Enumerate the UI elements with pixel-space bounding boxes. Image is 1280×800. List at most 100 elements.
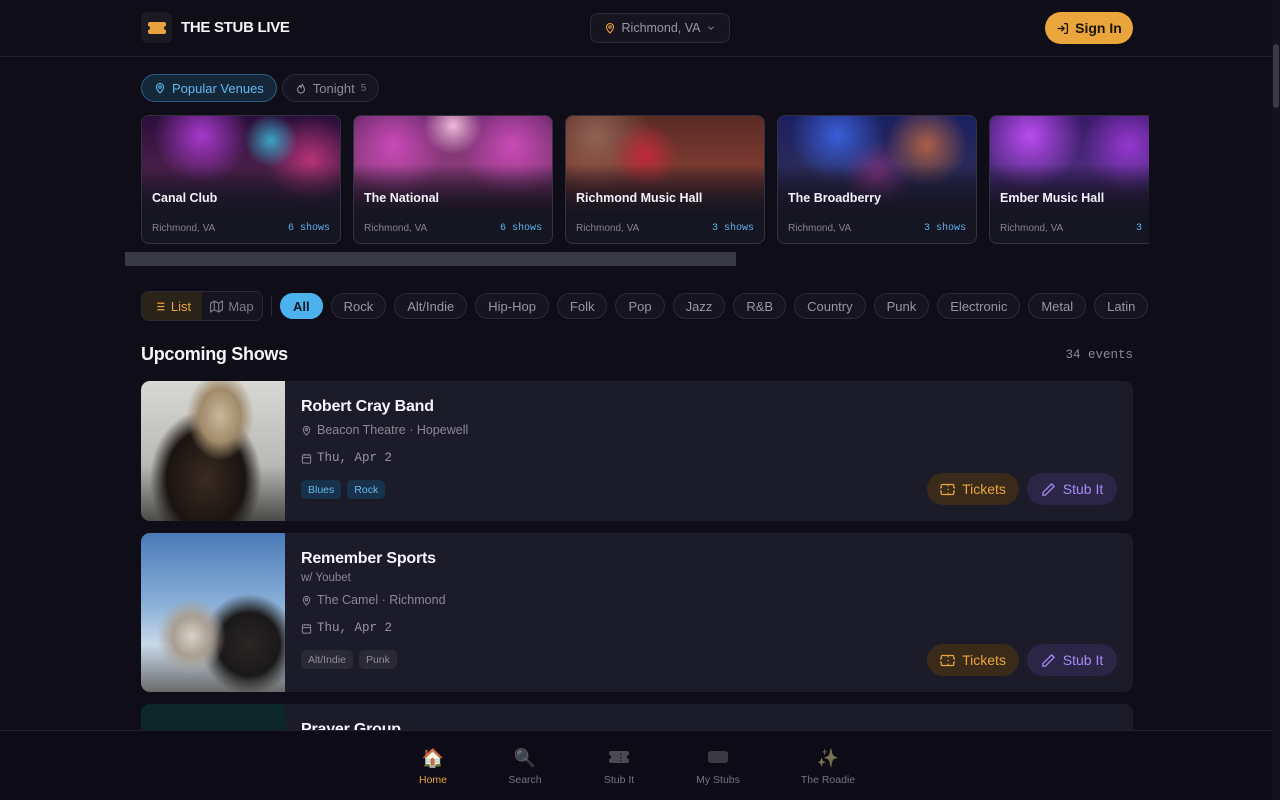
nav-my-stubs[interactable]: My Stubs [678, 731, 758, 800]
flame-icon [295, 82, 307, 94]
genre-chip-metal[interactable]: Metal [1028, 293, 1087, 319]
tab-tonight[interactable]: Tonight 5 [281, 74, 380, 102]
view-toggle: List Map [141, 291, 263, 321]
event-date-label: Thu, Apr 2 [317, 621, 393, 635]
genre-tag: Alt/Indie [301, 650, 353, 669]
event-title[interactable]: Robert Cray Band [301, 398, 434, 416]
map-pin-icon [301, 425, 312, 436]
event-date: Thu, Apr 2 [301, 451, 392, 465]
event-card[interactable]: Robert Cray Band Beacon Theatre · Hopewe… [141, 381, 1133, 521]
event-tags: Blues Rock [301, 480, 386, 499]
genre-tag: Punk [358, 650, 397, 669]
tickets-label: Tickets [962, 652, 1006, 668]
tab-popular-venues[interactable]: Popular Venues [141, 74, 277, 102]
tickets-button[interactable]: Tickets [927, 473, 1019, 505]
event-venue: Beacon Theatre · Hopewell [301, 423, 468, 437]
event-image [141, 533, 285, 692]
genre-chip-punk[interactable]: Punk [873, 293, 930, 319]
location-label: Richmond, VA [621, 21, 701, 35]
event-card[interactable]: Remember Sports w/ Youbet The Camel · Ri… [141, 533, 1133, 692]
nav-label: Home [418, 774, 447, 786]
ticket-logo-icon [141, 12, 172, 43]
genre-chip-country[interactable]: Country [794, 293, 866, 319]
ticket-icon [940, 653, 956, 668]
nav-label: My Stubs [696, 774, 740, 786]
nav-label: The Roadie [800, 774, 856, 786]
genre-chip-folk[interactable]: Folk [556, 293, 608, 319]
genre-filters: All Rock Alt/Indie Hip-Hop Folk Pop Jazz… [280, 293, 1149, 319]
venue-card[interactable]: Canal Club Richmond, VA 6 shows [141, 115, 341, 244]
section-title: Upcoming Shows [141, 344, 288, 364]
genre-chip-hip-hop[interactable]: Hip-Hop [475, 293, 549, 319]
tickets-label: Tickets [962, 481, 1006, 497]
genre-chip-latin[interactable]: Latin [1094, 293, 1149, 319]
login-icon [1056, 22, 1069, 35]
ticket-icon [606, 747, 632, 769]
tickets-button[interactable]: Tickets [927, 644, 1019, 676]
list-icon [153, 300, 166, 313]
venue-tabs: Popular Venues Tonight 5 [141, 74, 380, 102]
genre-chip-rnb[interactable]: R&B [733, 293, 787, 319]
genre-chip-pop[interactable]: Pop [615, 293, 665, 319]
event-venue: The Camel · Richmond [301, 593, 446, 607]
nav-search[interactable]: 🔍 Search [485, 731, 565, 800]
event-title[interactable]: Remember Sports [301, 550, 436, 568]
nav-home[interactable]: 🏠 Home [393, 731, 473, 800]
venue-city: Richmond, VA [788, 223, 852, 234]
sign-in-button[interactable]: Sign In [1045, 12, 1133, 44]
tab-label: Tonight [312, 80, 355, 96]
venue-name: Ember Music Hall [1000, 191, 1105, 205]
venue-card[interactable]: The National Richmond, VA 6 shows [353, 115, 553, 244]
location-selector[interactable]: Richmond, VA [590, 13, 730, 43]
event-tags: Alt/Indie Punk [301, 650, 397, 669]
list-view-button[interactable]: List [142, 292, 202, 320]
genre-chip-rock[interactable]: Rock [330, 293, 387, 319]
event-support: w/ Youbet [301, 572, 351, 584]
stub-it-label: Stub It [1062, 481, 1104, 497]
venue-show-count: 6 shows [499, 223, 542, 234]
venue-city: Richmond, VA [152, 223, 216, 234]
venue-carousel[interactable]: Canal Club Richmond, VA 6 shows The Nati… [141, 115, 1149, 245]
logo-text: THE STUB LIVE [181, 19, 290, 36]
venue-carousel-scrollbar[interactable] [125, 252, 736, 266]
chevron-down-icon [706, 23, 716, 33]
nav-stub-it[interactable]: Stub It [579, 731, 659, 800]
map-icon [210, 299, 224, 313]
nav-label: Stub It [603, 774, 635, 786]
venue-name: The National [364, 191, 440, 205]
venue-card[interactable]: The Broadberry Richmond, VA 3 shows [777, 115, 977, 244]
nav-the-roadie[interactable]: ✨ The Roadie [788, 731, 868, 800]
event-venue-label: The Camel · Richmond [317, 593, 446, 607]
venue-city: Richmond, VA [1000, 223, 1064, 234]
page-scrollbar[interactable] [1272, 0, 1280, 800]
event-venue-label: Beacon Theatre · Hopewell [317, 423, 469, 437]
logo[interactable]: THE STUB LIVE [141, 12, 290, 43]
map-view-button[interactable]: Map [202, 292, 262, 320]
sparkle-icon: ✨ [816, 748, 840, 768]
list-label: List [170, 298, 192, 314]
venue-city: Richmond, VA [364, 223, 428, 234]
map-pin-icon [604, 22, 616, 34]
venue-show-count: 3 shows [923, 223, 966, 234]
venue-card[interactable]: Richmond Music Hall Richmond, VA 3 shows [565, 115, 765, 244]
map-pin-icon [301, 595, 312, 606]
event-image [141, 381, 285, 521]
ticket-icon [940, 482, 956, 497]
genre-chip-alt-indie[interactable]: Alt/Indie [394, 293, 468, 319]
map-label: Map [228, 298, 254, 314]
pen-icon [1041, 482, 1056, 497]
genre-chip-jazz[interactable]: Jazz [672, 293, 726, 319]
genre-tag: Rock [347, 480, 386, 499]
venue-show-count: 3 shows [711, 223, 754, 234]
venue-card[interactable]: Ember Music Hall Richmond, VA 3 shows [989, 115, 1149, 244]
top-header: THE STUB LIVE Richmond, VA Sign In [0, 0, 1280, 57]
event-date: Thu, Apr 2 [301, 621, 392, 635]
stub-it-button[interactable]: Stub It [1027, 473, 1117, 505]
tab-label: Popular Venues [172, 80, 264, 96]
stub-it-button[interactable]: Stub It [1027, 644, 1117, 676]
venue-name: The Broadberry [788, 191, 882, 205]
genre-chip-electronic[interactable]: Electronic [937, 293, 1021, 319]
page-scrollbar-thumb[interactable] [1273, 44, 1279, 108]
pen-icon [1041, 653, 1056, 668]
genre-chip-all[interactable]: All [280, 293, 323, 319]
